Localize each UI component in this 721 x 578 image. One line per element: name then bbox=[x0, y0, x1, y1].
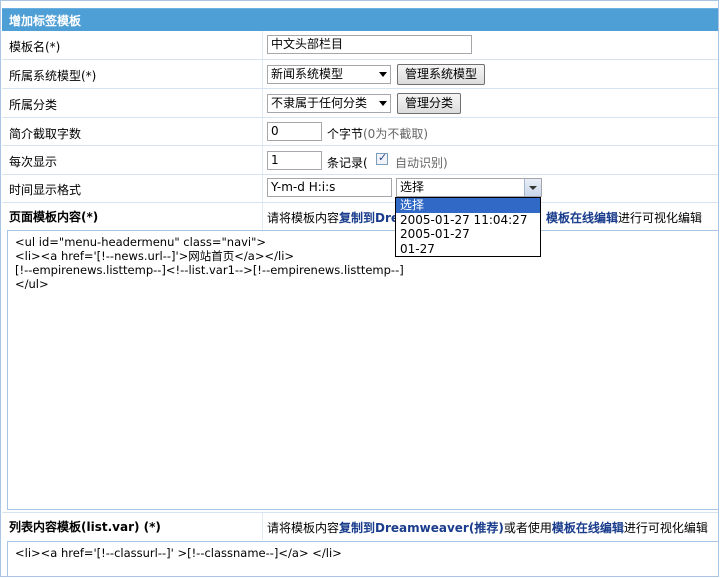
system-model-selected: 新闻系统模型 bbox=[271, 67, 344, 81]
per-page-input[interactable]: 1 bbox=[267, 151, 322, 170]
form-frame: 增加标签模板 模板名(*) 中文头部栏目 所属系统模型(*) 新闻系统模型 管理… bbox=[0, 0, 719, 577]
per-page-unit: 条记录( bbox=[327, 156, 368, 170]
auto-detect-label: 自动识别) bbox=[395, 156, 448, 170]
row-list-template-header: 列表内容模板(list.var) (*) 请将模板内容复制到Dreamweave… bbox=[2, 512, 718, 540]
online-edit-link[interactable]: 模板在线编辑 bbox=[552, 521, 624, 535]
intro-length-input[interactable]: 0 bbox=[267, 122, 322, 141]
form-title: 增加标签模板 bbox=[9, 14, 82, 28]
time-format-selected: 选择 bbox=[400, 180, 425, 194]
hint-mid: 或者使用 bbox=[503, 521, 552, 535]
template-name-label: 模板名(*) bbox=[9, 40, 61, 54]
copy-to-dreamweaver-link[interactable]: 复制到Dreamweaver(推荐) bbox=[339, 521, 504, 535]
category-select[interactable]: 不隶属于任何分类 bbox=[267, 94, 391, 113]
column-divider bbox=[262, 118, 263, 145]
row-intro-length: 简介截取字数 0 个字节 (0为不截取) bbox=[2, 118, 718, 146]
column-divider bbox=[262, 146, 263, 174]
form-header: 增加标签模板 bbox=[2, 8, 718, 31]
intro-length-label: 简介截取字数 bbox=[9, 127, 82, 141]
page-template-hint: 请将模板内容复制到Dre bbox=[267, 209, 399, 226]
hint-prefix: 请将模板内容 bbox=[267, 211, 340, 225]
time-format-dropdown-list: 选择 2005-01-27 11:04:27 2005-01-27 01-27 bbox=[395, 197, 541, 257]
manage-category-button[interactable]: 管理分类 bbox=[397, 93, 462, 114]
row-template-name: 模板名(*) 中文头部栏目 bbox=[2, 31, 718, 60]
per-page-label: 每次显示 bbox=[9, 155, 58, 169]
chevron-down-icon bbox=[379, 72, 387, 77]
row-per-page: 每次显示 1 条记录( 自动识别) bbox=[2, 146, 718, 175]
column-divider bbox=[262, 60, 263, 88]
page-template-hint-tail: 模板在线编辑进行可视化编辑 bbox=[546, 209, 702, 226]
category-selected: 不隶属于任何分类 bbox=[271, 96, 368, 110]
category-label: 所属分类 bbox=[9, 98, 58, 112]
column-divider bbox=[262, 31, 263, 59]
dropdown-option[interactable]: 选择 bbox=[396, 198, 540, 213]
dropdown-option[interactable]: 2005-01-27 bbox=[396, 227, 540, 242]
copy-to-dreamweaver-link[interactable]: 复制到Dre bbox=[339, 211, 399, 225]
column-divider bbox=[262, 89, 263, 117]
hint-suffix: 进行可视化编辑 bbox=[623, 521, 708, 535]
page-template-label: 页面模板内容(*) bbox=[9, 210, 99, 224]
row-time-format: 时间显示格式 Y-m-d H:i:s 选择 bbox=[2, 175, 718, 203]
row-category: 所属分类 不隶属于任何分类 管理分类 bbox=[2, 89, 718, 118]
row-page-template-header: 页面模板内容(*) 请将模板内容复制到Dre 模板在线编辑进行可视化编辑 bbox=[2, 203, 718, 230]
chevron-down-icon bbox=[379, 101, 387, 106]
time-format-select[interactable]: 选择 bbox=[396, 178, 542, 197]
intro-length-note: (0为不截取) bbox=[363, 127, 428, 141]
page-template-textarea[interactable]: <ul id="menu-headermenu" class="navi"> <… bbox=[7, 230, 718, 510]
list-template-label: 列表内容模板(list.var) (*) bbox=[9, 520, 161, 534]
template-name-input[interactable]: 中文头部栏目 bbox=[267, 35, 472, 54]
system-model-select[interactable]: 新闻系统模型 bbox=[267, 65, 391, 84]
hint-prefix: 请将模板内容 bbox=[267, 521, 340, 535]
hint-suffix: 进行可视化编辑 bbox=[618, 211, 703, 225]
row-system-model: 所属系统模型(*) 新闻系统模型 管理系统模型 bbox=[2, 60, 718, 89]
intro-length-unit: 个字节 bbox=[327, 127, 364, 141]
system-model-label: 所属系统模型(*) bbox=[9, 69, 97, 83]
dropdown-option[interactable]: 2005-01-27 11:04:27 bbox=[396, 213, 540, 228]
dropdown-option[interactable]: 01-27 bbox=[396, 242, 540, 257]
column-divider bbox=[262, 513, 263, 540]
list-template-hint: 请将模板内容复制到Dreamweaver(推荐)或者使用模板在线编辑进行可视化编… bbox=[267, 519, 708, 536]
auto-detect-checkbox[interactable] bbox=[376, 151, 388, 165]
column-divider bbox=[262, 203, 263, 230]
online-edit-link[interactable]: 模板在线编辑 bbox=[546, 211, 618, 225]
column-divider bbox=[262, 175, 263, 202]
time-format-label: 时间显示格式 bbox=[9, 183, 82, 197]
list-template-textarea[interactable]: <li><a href='[!--classurl--]' >[!--class… bbox=[7, 541, 718, 576]
manage-system-model-button[interactable]: 管理系统模型 bbox=[397, 64, 486, 85]
chevron-down-icon[interactable] bbox=[524, 179, 541, 196]
time-format-input[interactable]: Y-m-d H:i:s bbox=[267, 178, 392, 197]
